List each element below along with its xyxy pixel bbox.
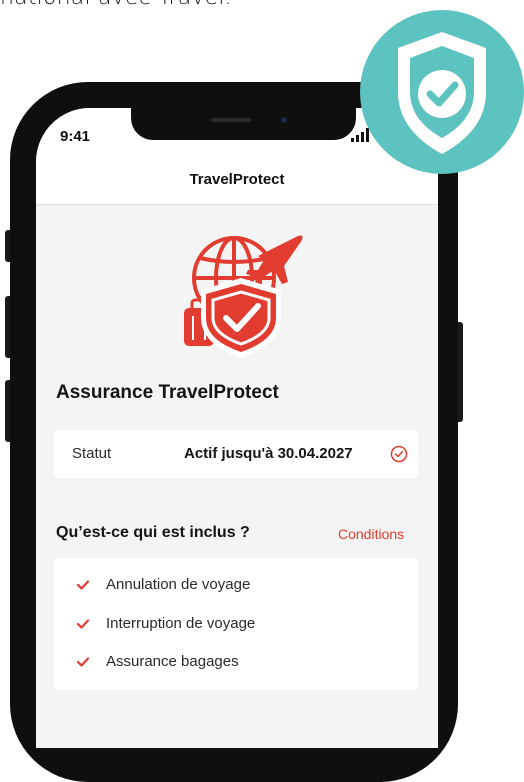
- included-section-title: Qu’est-ce qui est inclus ?: [56, 524, 250, 541]
- phone-screen: 9:41 TravelProtect Assurance TravelProte…: [36, 108, 438, 748]
- checkmark-icon: [76, 657, 90, 667]
- list-item: Annulation de voyage: [76, 574, 396, 598]
- conditions-link[interactable]: Conditions: [338, 526, 404, 542]
- list-item: Assurance bagages: [76, 651, 396, 675]
- checkmark-icon: [76, 619, 90, 629]
- speaker-grille: [211, 118, 251, 122]
- list-item-label: Annulation de voyage: [106, 576, 251, 593]
- phone-notch: [131, 108, 356, 140]
- list-item-label: Interruption de voyage: [106, 615, 256, 632]
- status-time: 9:41: [60, 128, 91, 145]
- list-item-label: Assurance bagages: [106, 653, 239, 670]
- security-badge: [360, 10, 524, 174]
- included-list: Annulation de voyage Interruption de voy…: [54, 558, 418, 690]
- status-value: Actif jusqu'à 30.04.2027: [184, 445, 353, 462]
- status-card: Statut Actif jusqu'à 30.04.2027: [54, 430, 418, 478]
- status-label: Statut: [72, 445, 112, 462]
- insurance-title: Assurance TravelProtect: [56, 382, 279, 403]
- checkmark-icon: [76, 580, 90, 590]
- list-item: Interruption de voyage: [76, 613, 396, 637]
- shield-check-icon: [398, 32, 486, 154]
- top-caption: national avec Travel.: [0, 0, 524, 10]
- travel-insurance-icon: [184, 235, 303, 358]
- front-camera: [281, 117, 287, 123]
- check-circle-icon: [390, 445, 408, 463]
